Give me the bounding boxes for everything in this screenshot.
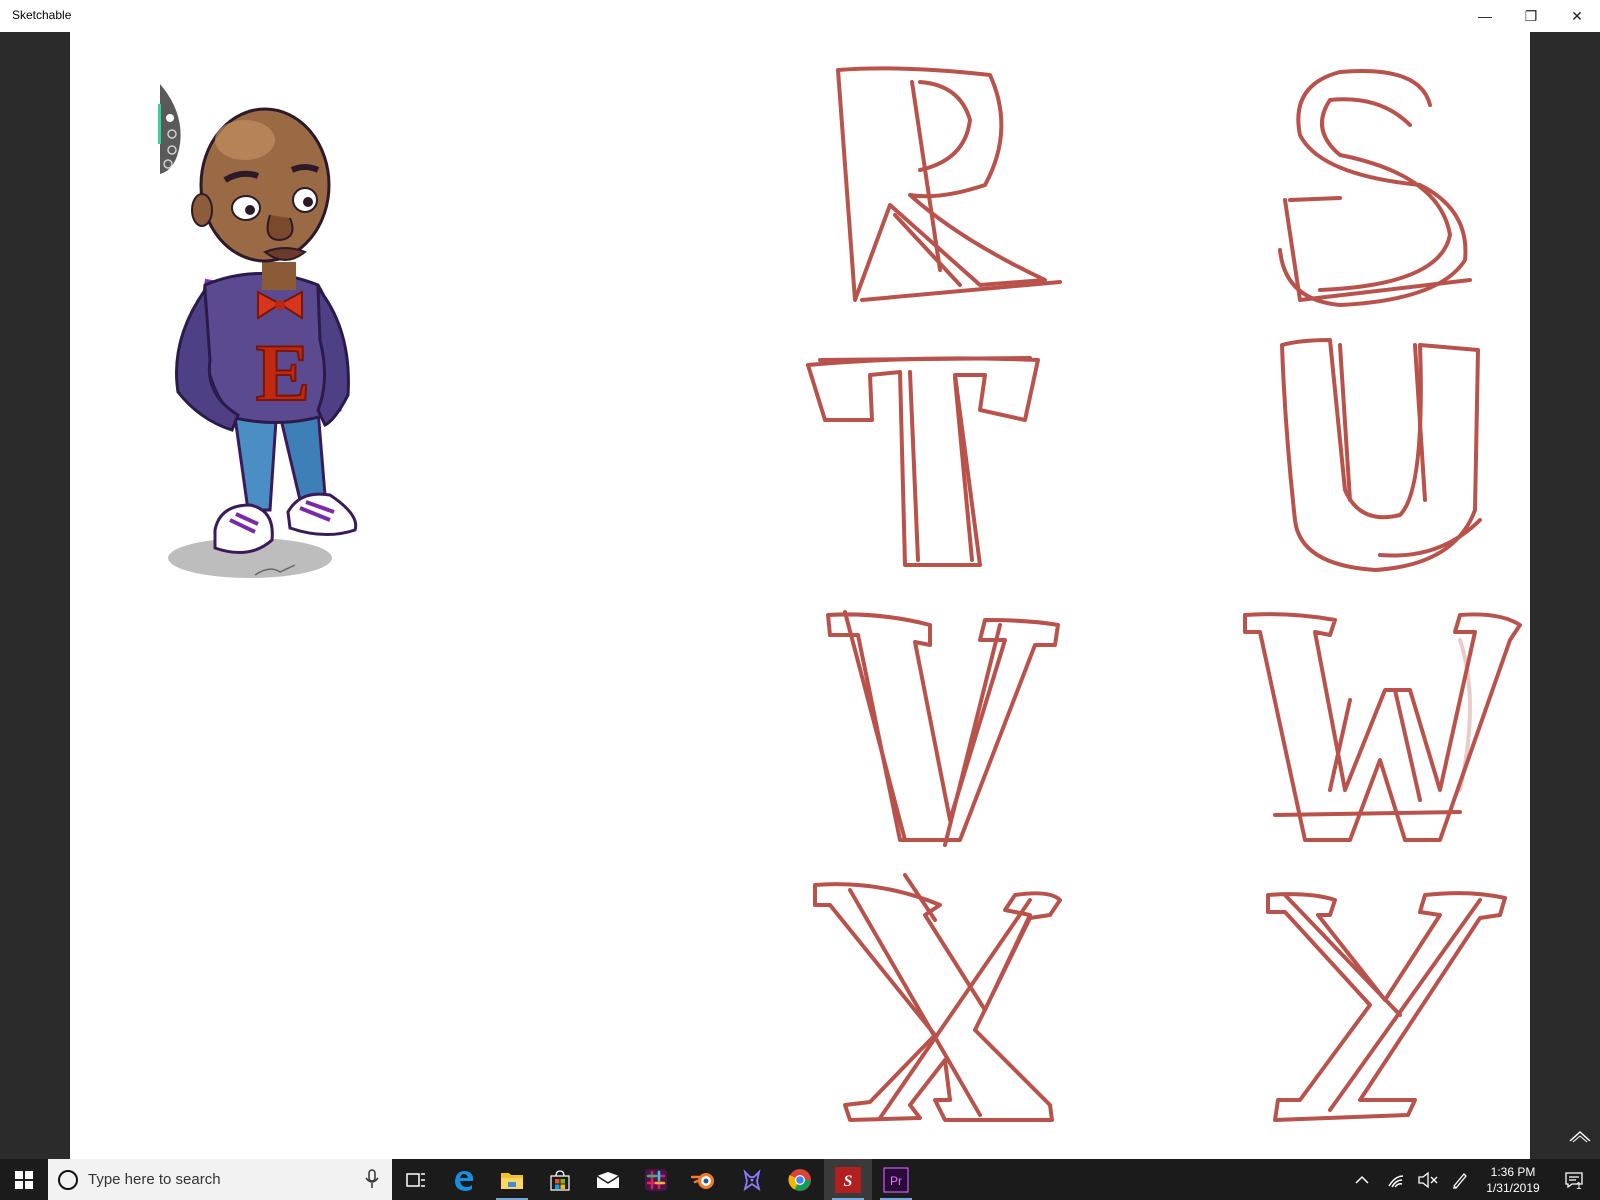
cortana-icon: [58, 1170, 78, 1190]
character-right-arm: [316, 283, 350, 428]
network-button[interactable]: [1380, 1159, 1412, 1200]
sketch-letter-y: [1266, 891, 1507, 1122]
show-hidden-icons-button[interactable]: [1346, 1159, 1378, 1200]
notification-count: 1: [1576, 1181, 1582, 1192]
taskbar-clock[interactable]: 1:36 PM 1/31/2019: [1478, 1164, 1548, 1196]
blender-icon: [691, 1172, 714, 1189]
taskbar-chrome[interactable]: [776, 1159, 824, 1200]
taskbar-store[interactable]: [536, 1159, 584, 1200]
character-left-pupil: [245, 205, 255, 215]
chevron-up-icon: [1569, 1130, 1591, 1143]
sketch-letter-v: [826, 610, 1060, 847]
minimize-icon: —: [1478, 8, 1492, 24]
tool-wheel[interactable]: [158, 84, 184, 176]
character-sweater-letter: E: [256, 327, 311, 418]
action-center-button[interactable]: 1: [1554, 1159, 1594, 1200]
volume-muted-icon: [1418, 1171, 1438, 1188]
sketch-letter-u: [1280, 338, 1482, 572]
brush-tool-icon[interactable]: [166, 114, 174, 122]
taskbar-app[interactable]: [728, 1159, 776, 1200]
start-button[interactable]: [0, 1159, 48, 1200]
window-title: Sketchable: [12, 8, 72, 22]
taskbar-mail[interactable]: [584, 1159, 632, 1200]
svg-text:Pr: Pr: [890, 1174, 902, 1188]
file-explorer-icon: [501, 1172, 523, 1189]
character-neck: [262, 262, 296, 290]
edge-icon: [455, 1170, 474, 1191]
pen-icon: [1453, 1172, 1467, 1189]
taskbar-blender[interactable]: [680, 1159, 728, 1200]
microphone-icon[interactable]: [364, 1169, 380, 1189]
volume-button[interactable]: [1412, 1159, 1444, 1200]
restore-button[interactable]: ❐: [1508, 0, 1554, 32]
character-illustration: E: [168, 107, 358, 578]
character-bowtie-knot: [275, 300, 285, 310]
sketch-letter-r: [836, 66, 1062, 302]
slack-icon: [645, 1168, 667, 1191]
character-right-shoe: [286, 492, 358, 537]
sketch-letter-w: [1243, 612, 1522, 842]
scroll-up-button[interactable]: [1565, 1125, 1595, 1147]
sketch-letter-s: [1278, 69, 1472, 307]
character-nose: [266, 214, 294, 242]
close-icon: ✕: [1571, 7, 1583, 24]
sketched-letters: [806, 66, 1522, 1122]
taskbar: Type here to search S Pr 1:36 PM 1/31/20…: [0, 1159, 1600, 1200]
taskbar-search-box[interactable]: Type here to search: [48, 1159, 392, 1200]
taskbar-slack[interactable]: [632, 1159, 680, 1200]
taskbar-file-explorer[interactable]: [488, 1159, 536, 1200]
app-icon: [743, 1168, 761, 1191]
sketch-letter-x: [813, 873, 1062, 1122]
svg-text:S: S: [844, 1173, 853, 1190]
premiere-icon: Pr: [883, 1166, 909, 1193]
character-right-pupil: [303, 197, 313, 207]
close-button[interactable]: ✕: [1554, 0, 1600, 32]
restore-icon: ❐: [1524, 7, 1538, 24]
task-view-button[interactable]: [392, 1159, 440, 1200]
title-bar: Sketchable — ❐ ✕: [0, 0, 1600, 32]
taskbar-edge[interactable]: [440, 1159, 488, 1200]
windows-ink-button[interactable]: [1444, 1159, 1476, 1200]
taskbar-sketchable[interactable]: S: [824, 1159, 872, 1200]
character-left-leg: [232, 408, 278, 512]
canvas-drawing: E: [168, 66, 1522, 1122]
minimize-button[interactable]: —: [1462, 0, 1508, 32]
wifi-icon: [1388, 1174, 1404, 1187]
chrome-icon: [788, 1168, 811, 1191]
sketchable-icon: S: [835, 1166, 861, 1193]
chevron-up-icon: [1355, 1175, 1369, 1184]
windows-logo-icon: [15, 1170, 33, 1189]
task-view-icon: [406, 1172, 425, 1187]
sketch-letter-t: [806, 356, 1040, 567]
taskbar-premiere[interactable]: Pr: [872, 1159, 920, 1200]
search-placeholder: Type here to search: [88, 1171, 221, 1188]
mail-icon: [596, 1171, 620, 1188]
drawing-canvas[interactable]: E: [70, 32, 1530, 1159]
character-ear: [191, 193, 213, 227]
clock-date: 1/31/2019: [1486, 1181, 1540, 1195]
store-icon: [550, 1169, 570, 1191]
character-head-highlight: [215, 120, 275, 160]
clock-time: 1:36 PM: [1490, 1165, 1536, 1179]
tool-wheel-accent: [158, 104, 161, 144]
